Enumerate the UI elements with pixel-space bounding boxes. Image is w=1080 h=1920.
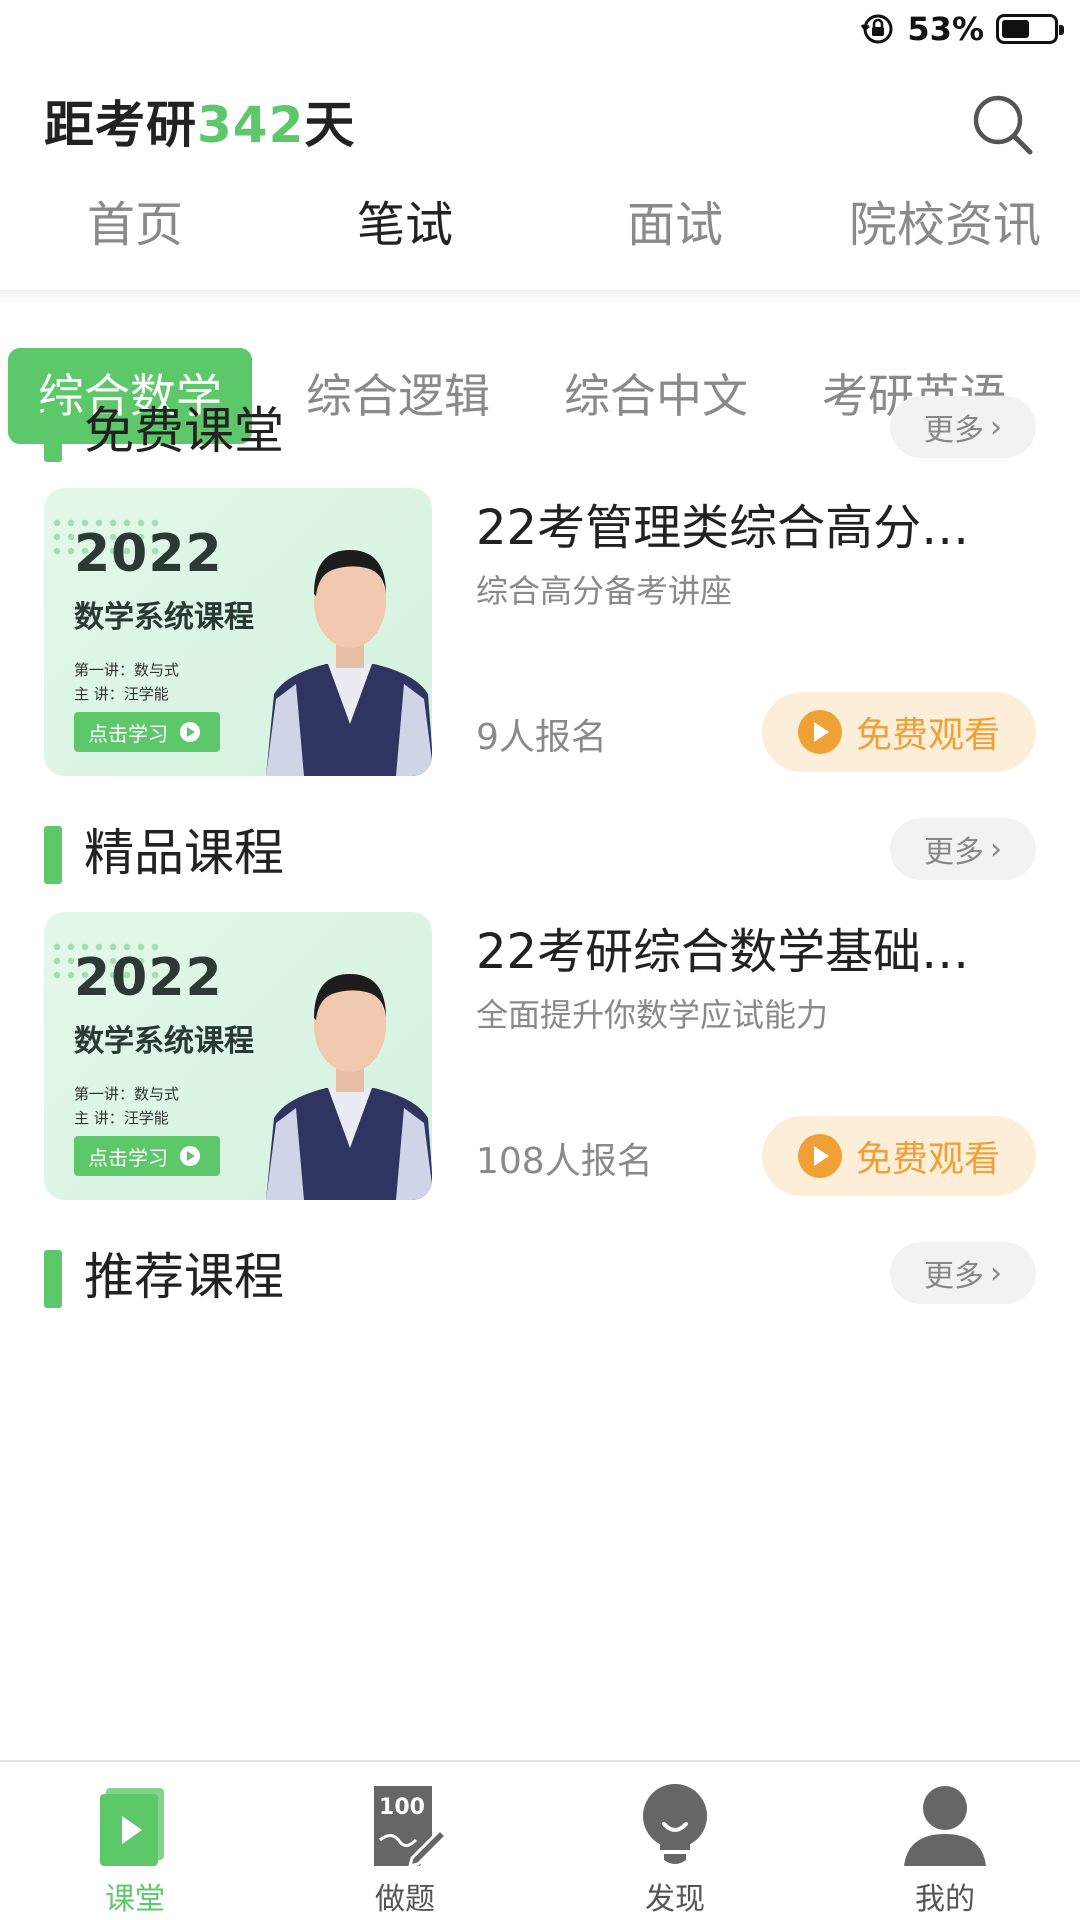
course-thumbnail[interactable]: 2022 数学系统课程 第一讲：数与式 主 讲：汪学能 点击学习 (44, 912, 432, 1200)
course-card[interactable]: 2022 数学系统课程 第一讲：数与式 主 讲：汪学能 点击学习 22考管理类综… (44, 488, 1036, 778)
countdown-days: 342 (197, 96, 305, 154)
user-icon (904, 1786, 986, 1866)
nav-profile[interactable]: 我的 (810, 1762, 1080, 1920)
free-watch-button[interactable]: 免费观看 (762, 692, 1036, 772)
more-label: 更多 (924, 835, 984, 870)
tab-label: 面试 (626, 197, 723, 253)
thumb-lecture-info: 第一讲：数与式 主 讲：汪学能 (74, 1082, 179, 1130)
course-subtitle: 全面提升你数学应试能力 (476, 996, 829, 1034)
header-divider (0, 290, 1080, 304)
thumb-study-button: 点击学习 (74, 712, 220, 752)
thumb-study-label: 点击学习 (88, 1145, 168, 1170)
search-icon[interactable] (970, 92, 1036, 158)
header: 距考研342天 (44, 80, 1036, 170)
countdown-prefix: 距考研 (44, 96, 197, 154)
chevron-right-icon: › (990, 831, 1002, 867)
top-tabs: 首页 笔试 面试 院校资讯 (0, 190, 1080, 280)
thumb-lecture-info: 第一讲：数与式 主 讲：汪学能 (74, 658, 179, 706)
course-card[interactable]: 2022 数学系统课程 第一讲：数与式 主 讲：汪学能 点击学习 22考研综合数… (44, 912, 1036, 1202)
section-accent-bar (44, 1250, 62, 1308)
countdown-suffix: 天 (304, 96, 356, 154)
lightbulb-icon (643, 1784, 707, 1864)
play-icon (180, 722, 200, 742)
exercise-badge: 100 (379, 1795, 425, 1820)
course-subtitle: 综合高分备考讲座 (476, 572, 733, 610)
nav-label: 做题 (375, 1882, 435, 1917)
chevron-right-icon: › (990, 1255, 1002, 1291)
more-label: 更多 (924, 1259, 984, 1294)
section-accent-bar (44, 826, 62, 884)
thumb-teacher: 主 讲：汪学能 (74, 1109, 169, 1127)
thumb-teacher: 主 讲：汪学能 (74, 685, 169, 703)
nav-exercises[interactable]: 100 做题 (270, 1762, 540, 1920)
thumb-study-button: 点击学习 (74, 1136, 220, 1176)
more-button[interactable]: 更多 › (890, 396, 1036, 458)
play-circle-icon (797, 1134, 842, 1178)
tab-label: 院校资讯 (848, 197, 1041, 253)
tab-written-exam[interactable]: 笔试 (270, 190, 540, 280)
bottom-navigation: 课堂 100 做题 发现 我的 (0, 1760, 1080, 1920)
tab-label: 首页 (86, 197, 183, 253)
exam-countdown: 距考研342天 (44, 80, 1036, 170)
tab-interview[interactable]: 面试 (540, 190, 810, 280)
tab-label: 笔试 (356, 197, 453, 253)
classroom-icon (100, 1788, 164, 1866)
battery-icon (996, 14, 1064, 44)
thumb-lecture: 第一讲：数与式 (74, 1085, 180, 1103)
section-accent-bar (44, 404, 62, 462)
rotation-lock-icon (861, 14, 893, 44)
section-title: 精品课程 (84, 824, 284, 882)
section-premium-header: 精品课程 更多 › (44, 818, 1036, 888)
more-button[interactable]: 更多 › (890, 1242, 1036, 1304)
teacher-photo (266, 974, 432, 1200)
enrollment-count: 9人报名 (476, 717, 607, 758)
play-circle-icon (797, 710, 842, 754)
thumb-title: 数学系统课程 (74, 600, 254, 635)
section-free-header: 免费课堂 更多 › (44, 396, 1036, 466)
course-title: 22考研综合数学基础… (476, 924, 970, 980)
section-recommended-header: 推荐课程 更多 › (44, 1242, 1036, 1312)
battery-level (1002, 20, 1029, 38)
thumb-study-label: 点击学习 (88, 721, 168, 746)
nav-discover[interactable]: 发现 (540, 1762, 810, 1920)
watch-label: 免费观看 (855, 715, 1000, 756)
chevron-right-icon: › (990, 409, 1002, 445)
section-title: 推荐课程 (84, 1248, 284, 1306)
nav-label: 我的 (915, 1882, 975, 1917)
thumb-year: 2022 (74, 524, 223, 584)
nav-label: 发现 (645, 1882, 705, 1917)
tab-school-news[interactable]: 院校资讯 (810, 190, 1080, 280)
more-button[interactable]: 更多 › (890, 818, 1036, 880)
battery-percentage: 53% (907, 10, 984, 48)
watch-label: 免费观看 (855, 1139, 1000, 1180)
free-watch-button[interactable]: 免费观看 (762, 1116, 1036, 1196)
play-icon (180, 1146, 200, 1166)
course-thumbnail[interactable]: 2022 数学系统课程 第一讲：数与式 主 讲：汪学能 点击学习 (44, 488, 432, 776)
course-title: 22考管理类综合高分… (476, 500, 970, 556)
exercise-icon: 100 (374, 1786, 449, 1869)
section-title: 免费课堂 (84, 402, 284, 460)
nav-label: 课堂 (105, 1882, 165, 1917)
status-bar: 53% (0, 0, 1080, 60)
tab-home[interactable]: 首页 (0, 190, 270, 280)
nav-classroom[interactable]: 课堂 (0, 1762, 270, 1920)
thumb-year: 2022 (74, 948, 223, 1008)
enrollment-count: 108人报名 (476, 1141, 653, 1182)
more-label: 更多 (924, 413, 984, 448)
thumb-lecture: 第一讲：数与式 (74, 661, 180, 679)
teacher-photo (266, 550, 432, 776)
thumb-title: 数学系统课程 (74, 1024, 254, 1059)
